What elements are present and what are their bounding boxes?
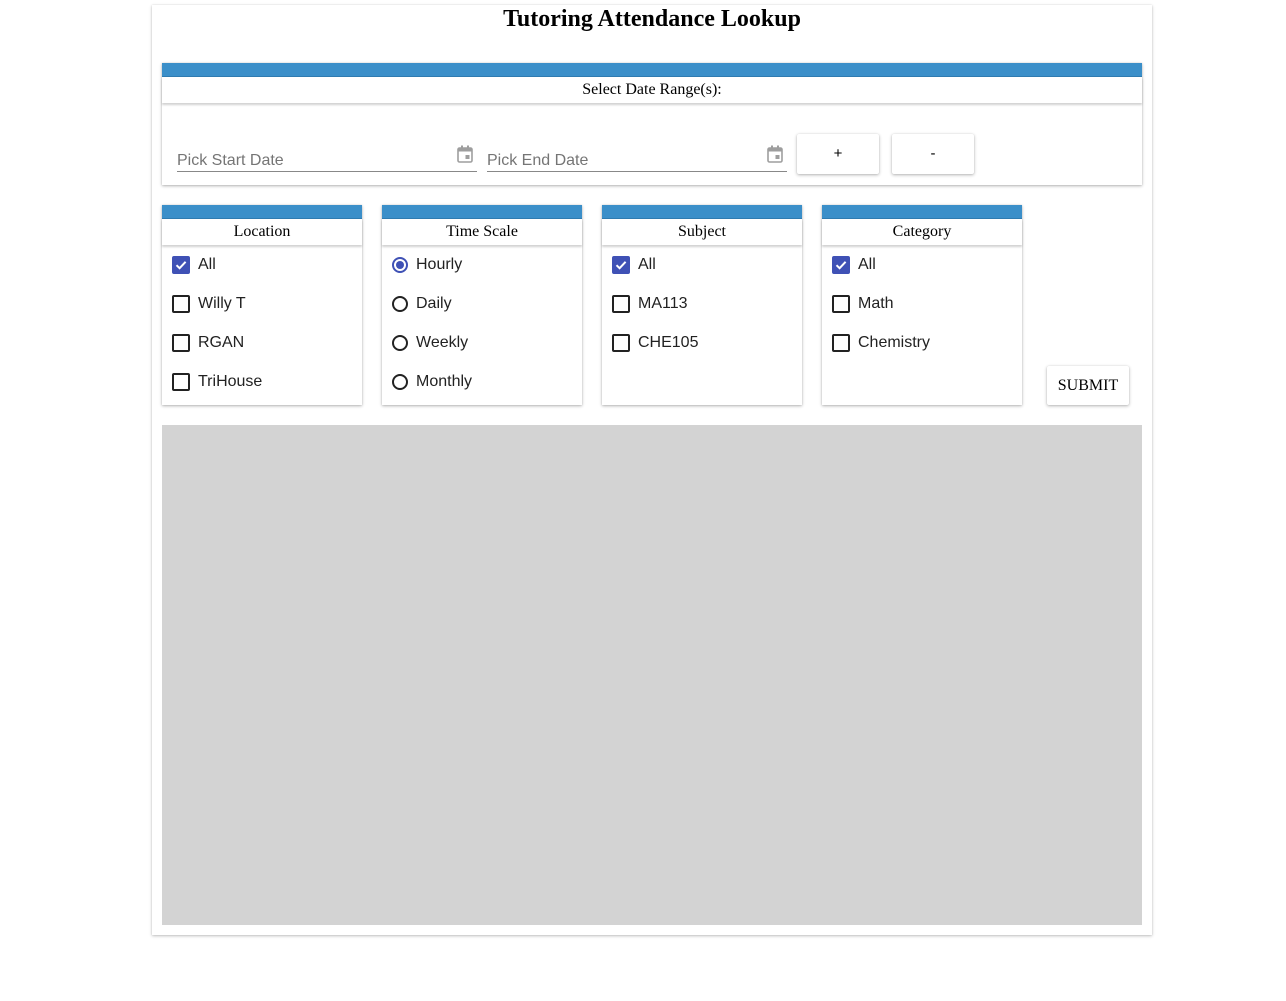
calendar-icon[interactable]: [457, 145, 473, 163]
time-scale-option-hourly[interactable]: Hourly: [392, 253, 462, 277]
option-label: TriHouse: [198, 373, 263, 390]
option-label: Chemistry: [858, 334, 931, 351]
subject-card: Subject All MA113 CHE105: [602, 205, 802, 405]
subject-header-bar: [602, 205, 802, 219]
location-header: Location: [162, 219, 362, 245]
calendar-icon[interactable]: [767, 145, 783, 163]
option-label: Hourly: [416, 256, 463, 273]
option-label: All: [858, 256, 876, 273]
category-option-all[interactable]: All: [832, 253, 876, 277]
time-scale-card: Time Scale Hourly Daily Weekly Monthly: [382, 205, 582, 405]
checkbox[interactable]: [612, 256, 630, 274]
option-label: Weekly: [416, 334, 469, 351]
category-option-chemistry[interactable]: Chemistry: [832, 331, 930, 355]
checkbox[interactable]: [832, 334, 850, 352]
checkmark-icon: [615, 261, 627, 270]
time-scale-option-monthly[interactable]: Monthly: [392, 370, 472, 394]
radio-button[interactable]: [392, 335, 408, 351]
results-area: [162, 425, 1142, 925]
option-label: All: [638, 256, 656, 273]
checkbox[interactable]: [832, 295, 850, 313]
location-option-rgan[interactable]: RGAN: [172, 331, 244, 355]
checkbox[interactable]: [612, 295, 630, 313]
category-header-bar: [822, 205, 1022, 219]
checkmark-icon: [835, 261, 847, 270]
end-date-placeholder: Pick End Date: [487, 152, 589, 169]
subject-option-all[interactable]: All: [612, 253, 656, 277]
checkbox[interactable]: [172, 256, 190, 274]
option-label: All: [198, 256, 216, 273]
checkbox[interactable]: [172, 295, 190, 313]
category-option-math[interactable]: Math: [832, 292, 894, 316]
time-scale-header-bar: [382, 205, 582, 219]
date-range-header-bar: [162, 63, 1142, 77]
option-label: Monthly: [416, 373, 473, 390]
end-date-field[interactable]: Pick End Date: [487, 145, 787, 172]
submit-button[interactable]: SUBMIT: [1047, 366, 1129, 405]
remove-date-range-button[interactable]: -: [892, 134, 974, 174]
checkbox[interactable]: [172, 334, 190, 352]
category-header: Category: [822, 219, 1022, 245]
add-date-range-button[interactable]: +: [797, 134, 879, 174]
page-title: Tutoring Attendance Lookup: [503, 6, 801, 32]
category-card: Category All Math Chemistry: [822, 205, 1022, 405]
option-label: Math: [858, 295, 894, 312]
location-card: Location All Willy T RGAN TriHouse: [162, 205, 362, 405]
location-option-all[interactable]: All: [172, 253, 216, 277]
time-scale-header: Time Scale: [382, 219, 582, 245]
location-option-trihouse[interactable]: TriHouse: [172, 370, 262, 394]
start-date-field[interactable]: Pick Start Date: [177, 145, 477, 172]
start-date-placeholder: Pick Start Date: [177, 152, 284, 169]
radio-button[interactable]: [392, 374, 408, 390]
radio-button[interactable]: [392, 257, 408, 273]
subject-option-ma113[interactable]: MA113: [612, 292, 688, 316]
location-option-willy-t[interactable]: Willy T: [172, 292, 246, 316]
checkmark-icon: [175, 261, 187, 270]
option-label: RGAN: [198, 334, 245, 351]
checkbox[interactable]: [832, 256, 850, 274]
option-label: Daily: [416, 295, 452, 312]
time-scale-option-weekly[interactable]: Weekly: [392, 331, 468, 355]
date-range-card: Select Date Range(s): Pick Start Date Pi…: [162, 63, 1142, 185]
main-card: Tutoring Attendance Lookup Select Date R…: [152, 5, 1152, 935]
option-label: CHE105: [638, 334, 699, 351]
option-label: MA113: [638, 295, 688, 312]
location-header-bar: [162, 205, 362, 219]
checkbox[interactable]: [612, 334, 630, 352]
option-label: Willy T: [198, 295, 246, 312]
time-scale-option-daily[interactable]: Daily: [392, 292, 452, 316]
date-range-header: Select Date Range(s):: [162, 77, 1142, 103]
subject-header: Subject: [602, 219, 802, 245]
checkbox[interactable]: [172, 373, 190, 391]
radio-button[interactable]: [392, 296, 408, 312]
subject-option-che105[interactable]: CHE105: [612, 331, 698, 355]
